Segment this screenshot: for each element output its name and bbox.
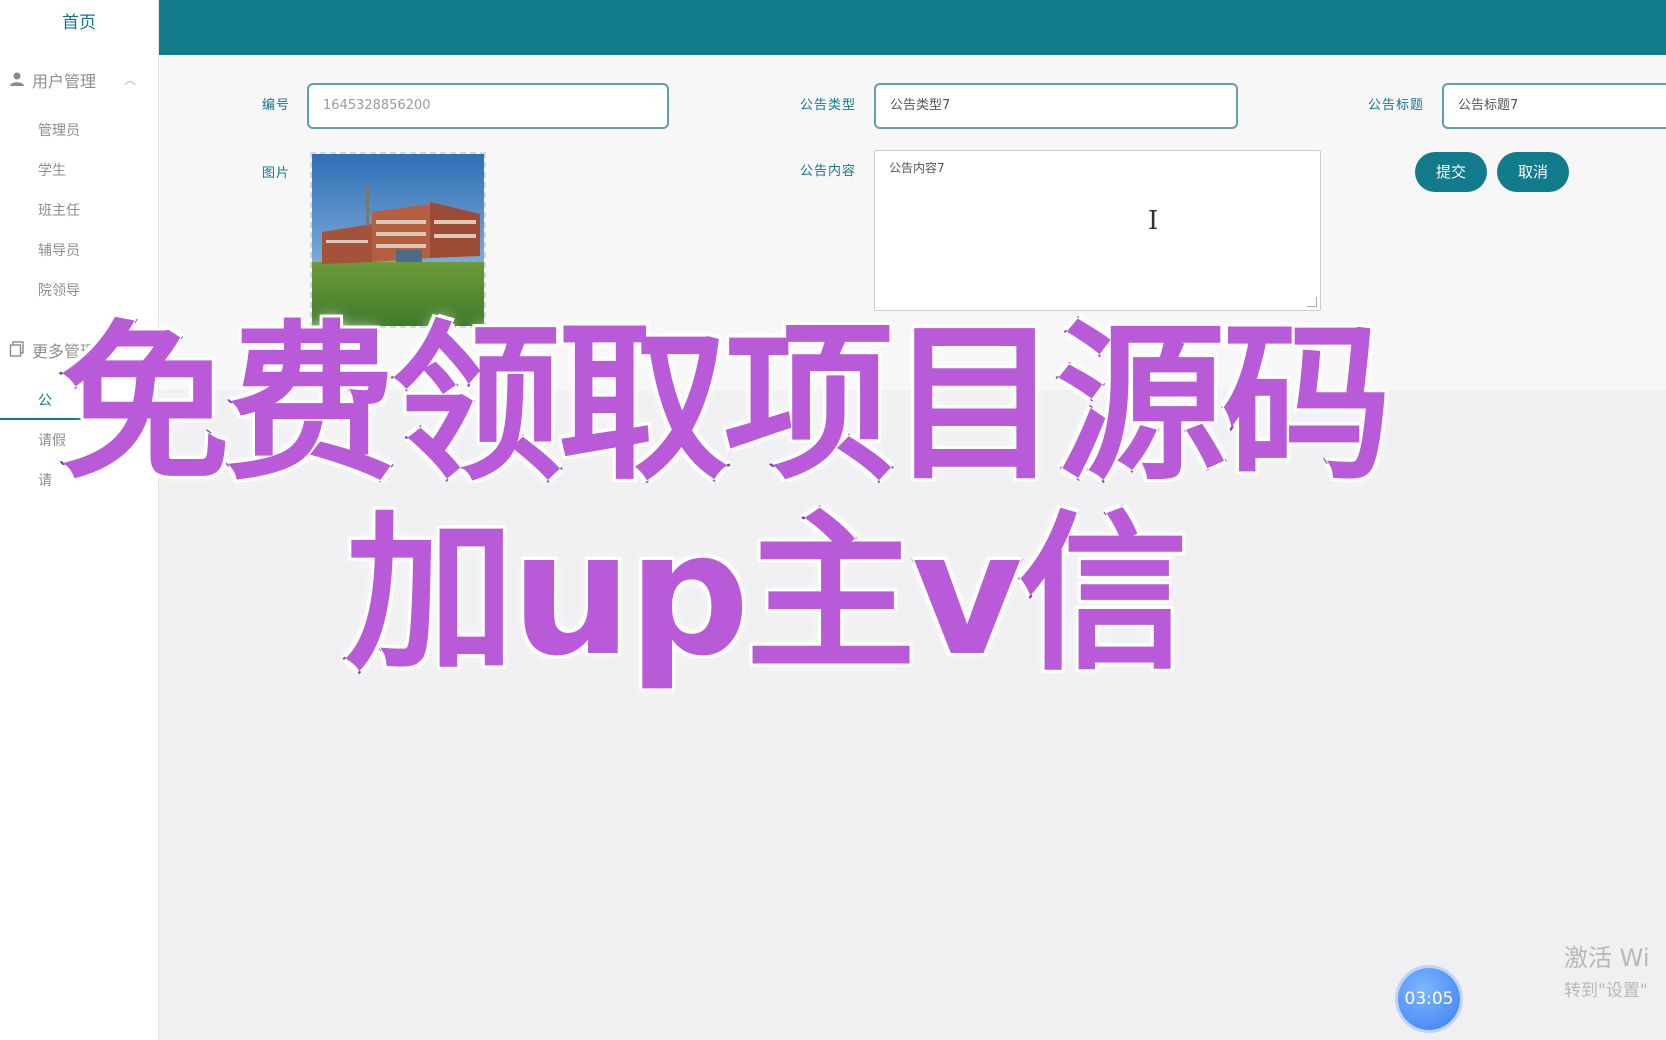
- recording-timer[interactable]: 03:05: [1398, 968, 1460, 1030]
- notice-type-field[interactable]: 公告类型7: [874, 83, 1238, 129]
- sidebar-item-admin[interactable]: 管理员: [38, 118, 80, 144]
- sidebar: 首页 用户管理 ︿ 管理员 学生 班主任 辅导员 院领导 更多管理 公 请假 请: [0, 0, 159, 1040]
- activation-watermark: 激活 Wi: [1564, 944, 1650, 972]
- cancel-button[interactable]: 取消: [1497, 152, 1569, 192]
- sidebar-item-counselor[interactable]: 辅导员: [38, 238, 80, 264]
- label-notice-type: 公告类型: [800, 98, 857, 113]
- sidebar-item-student[interactable]: 学生: [38, 158, 66, 184]
- campus-photo: [312, 154, 484, 326]
- promo-overlay-line1: 免费领取项目源码: [58, 306, 1394, 504]
- label-notice-content: 公告内容: [800, 164, 857, 179]
- sidebar-home[interactable]: 首页: [0, 0, 158, 46]
- sidebar-item-dean[interactable]: 院领导: [38, 278, 80, 304]
- sidebar-group-label: 用户管理: [32, 72, 97, 91]
- top-header-bar: [159, 0, 1666, 55]
- label-notice-title: 公告标题: [1368, 98, 1425, 113]
- promo-overlay-line2: 加up主v信: [343, 496, 1191, 694]
- id-field[interactable]: 1645328856200: [307, 83, 669, 129]
- submit-button[interactable]: 提交: [1415, 152, 1487, 192]
- notice-content-text: 公告内容7: [889, 161, 945, 175]
- activation-watermark-sub: 转到"设置": [1564, 981, 1648, 1001]
- uploaded-image[interactable]: [310, 152, 486, 328]
- sidebar-item-request[interactable]: 请: [38, 468, 52, 494]
- copy-icon: [8, 330, 26, 374]
- sidebar-item-notice[interactable]: 公: [38, 388, 52, 414]
- user-icon: [8, 60, 26, 104]
- label-image: 图片: [262, 166, 291, 181]
- label-id: 编号: [262, 98, 291, 113]
- sidebar-item-head-teacher[interactable]: 班主任: [38, 198, 80, 224]
- sidebar-group-user-management[interactable]: 用户管理 ︿: [0, 60, 158, 104]
- notice-content-textarea[interactable]: 公告内容7: [874, 150, 1321, 311]
- text-cursor-icon: I: [1148, 206, 1159, 236]
- chevron-up-icon: ︿: [124, 73, 137, 87]
- notice-title-field[interactable]: 公告标题7: [1442, 83, 1666, 129]
